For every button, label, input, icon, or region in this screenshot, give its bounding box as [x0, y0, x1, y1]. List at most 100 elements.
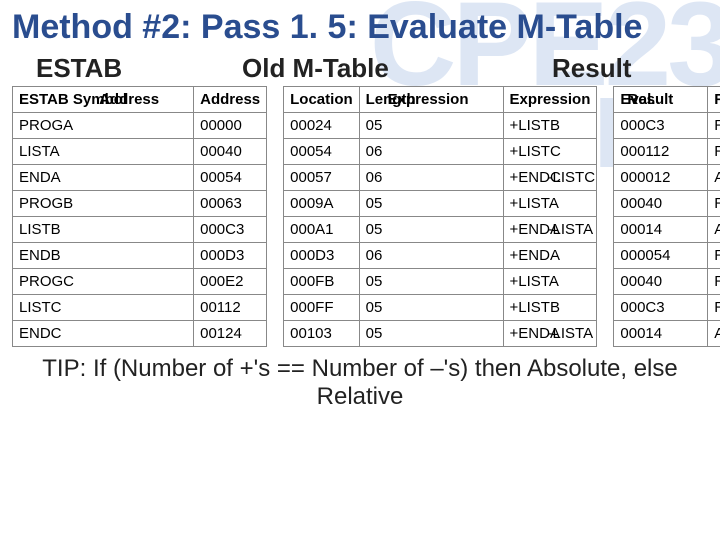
- table-row: 000012A: [614, 165, 720, 191]
- estab-symbol-cell: PROGC: [13, 269, 194, 295]
- old-location-cell: 000FB: [284, 269, 360, 295]
- tip-text: TIP: If (Number of +'s == Number of –'s)…: [12, 355, 708, 411]
- old-length-cell: 06: [359, 243, 503, 269]
- old-expression-cell: +LISTB: [503, 295, 597, 321]
- result-type-cell: R: [708, 113, 720, 139]
- result-eval-cell: 00014: [614, 321, 708, 347]
- table-row: 0005706+ENDC-LISTC: [284, 165, 597, 191]
- table-header-row: Location LengthExpression Expression: [284, 87, 597, 113]
- estab-symbol-cell: ENDA: [13, 165, 194, 191]
- result-type-cell: R: [708, 243, 720, 269]
- estab-header-address: Address: [194, 87, 267, 113]
- old-expression-cell: +ENDC-LISTC: [503, 165, 597, 191]
- table-row: 000FB05+LISTA: [284, 269, 597, 295]
- result-table: Eval.Result Result Type (Abs/Rel) 000C3R…: [613, 86, 720, 347]
- old-expression-cell: +ENDA-LISTA: [503, 217, 597, 243]
- heading-old-m-table: Old M-Table: [232, 53, 512, 84]
- table-row: 0009A05+LISTA: [284, 191, 597, 217]
- old-expression-cell: +LISTB: [503, 113, 597, 139]
- old-length-cell: 05: [359, 113, 503, 139]
- old-header-length: LengthExpression: [359, 87, 503, 113]
- section-headings: ESTAB Old M-Table Result: [12, 53, 708, 84]
- estab-symbol-cell: LISTA: [13, 139, 194, 165]
- result-eval-cell: 00040: [614, 269, 708, 295]
- slide-title: Method #2: Pass 1. 5: Evaluate M-Table: [12, 8, 708, 47]
- result-header-type: Result Type (Abs/Rel): [708, 87, 720, 113]
- old-location-cell: 00054: [284, 139, 360, 165]
- estab-symbol-cell: ENDB: [13, 243, 194, 269]
- result-eval-cell: 00014: [614, 217, 708, 243]
- table-header-row: Eval.Result Result Type (Abs/Rel): [614, 87, 720, 113]
- table-row: 00040R: [614, 191, 720, 217]
- old-m-table: Location LengthExpression Expression 000…: [283, 86, 597, 347]
- old-length-cell: 05: [359, 191, 503, 217]
- old-expression-cell: +ENDA-LISTA: [503, 321, 597, 347]
- estab-symbol-cell: ENDC: [13, 321, 194, 347]
- table-row: 00040R: [614, 269, 720, 295]
- old-location-cell: 00103: [284, 321, 360, 347]
- table-row: 000A105+ENDA-LISTA: [284, 217, 597, 243]
- result-type-cell: R: [708, 191, 720, 217]
- result-eval-cell: 000012: [614, 165, 708, 191]
- table-row: 000112R: [614, 139, 720, 165]
- old-length-cell: 05: [359, 295, 503, 321]
- estab-address-cell: 00124: [194, 321, 267, 347]
- table-row: 0005406+LISTC: [284, 139, 597, 165]
- estab-address-cell: 00063: [194, 191, 267, 217]
- old-expression-cell: +ENDA: [503, 243, 597, 269]
- table-header-row: ESTAB SymbolAddress Address: [13, 87, 267, 113]
- old-length-cell: 05: [359, 321, 503, 347]
- estab-symbol-cell: PROGA: [13, 113, 194, 139]
- estab-address-cell: 000E2: [194, 269, 267, 295]
- result-type-cell: A: [708, 165, 720, 191]
- old-header-length-b: Expression: [388, 91, 469, 108]
- heading-estab: ESTAB: [12, 53, 232, 84]
- result-eval-cell: 000C3: [614, 113, 708, 139]
- estab-address-cell: 00000: [194, 113, 267, 139]
- old-header-location: Location: [284, 87, 360, 113]
- estab-header-symbol: ESTAB SymbolAddress: [13, 87, 194, 113]
- old-location-cell: 000D3: [284, 243, 360, 269]
- old-length-cell: 06: [359, 165, 503, 191]
- old-location-cell: 00024: [284, 113, 360, 139]
- result-type-cell: A: [708, 217, 720, 243]
- old-length-cell: 05: [359, 269, 503, 295]
- estab-address-cell: 00112: [194, 295, 267, 321]
- table-row: ENDB000D3: [13, 243, 267, 269]
- result-eval-cell: 000112: [614, 139, 708, 165]
- table-row: LISTB000C3: [13, 217, 267, 243]
- table-row: 000C3R: [614, 113, 720, 139]
- result-header-eval-b: Result: [627, 91, 673, 108]
- estab-symbol-cell: LISTC: [13, 295, 194, 321]
- old-length-cell: 06: [359, 139, 503, 165]
- table-row: 0002405+LISTB: [284, 113, 597, 139]
- old-location-cell: 000A1: [284, 217, 360, 243]
- result-header-type-a: Result Type (Abs/: [714, 91, 720, 108]
- old-expression-cell: +LISTA: [503, 269, 597, 295]
- old-header-expression: Expression: [503, 87, 597, 113]
- estab-address-cell: 000C3: [194, 217, 267, 243]
- table-row: PROGA00000: [13, 113, 267, 139]
- table-row: 000054R: [614, 243, 720, 269]
- estab-table: ESTAB SymbolAddress Address PROGA00000LI…: [12, 86, 267, 347]
- table-row: 0010305+ENDA-LISTA: [284, 321, 597, 347]
- table-row: LISTC00112: [13, 295, 267, 321]
- old-location-cell: 00057: [284, 165, 360, 191]
- estab-header-symbol-b: Address: [99, 91, 159, 108]
- old-length-cell: 05: [359, 217, 503, 243]
- result-type-cell: R: [708, 139, 720, 165]
- table-row: 000FF05+LISTB: [284, 295, 597, 321]
- slide-content: Method #2: Pass 1. 5: Evaluate M-Table E…: [0, 0, 720, 411]
- table-row: PROGB00063: [13, 191, 267, 217]
- estab-symbol-cell: LISTB: [13, 217, 194, 243]
- tables-row: ESTAB SymbolAddress Address PROGA00000LI…: [12, 86, 708, 347]
- table-row: 000C3R: [614, 295, 720, 321]
- result-type-cell: R: [708, 269, 720, 295]
- table-row: PROGC000E2: [13, 269, 267, 295]
- table-row: 00014A: [614, 217, 720, 243]
- old-location-cell: 000FF: [284, 295, 360, 321]
- estab-address-cell: 00040: [194, 139, 267, 165]
- result-type-cell: A: [708, 321, 720, 347]
- estab-address-cell: 00054: [194, 165, 267, 191]
- heading-result: Result: [512, 53, 708, 84]
